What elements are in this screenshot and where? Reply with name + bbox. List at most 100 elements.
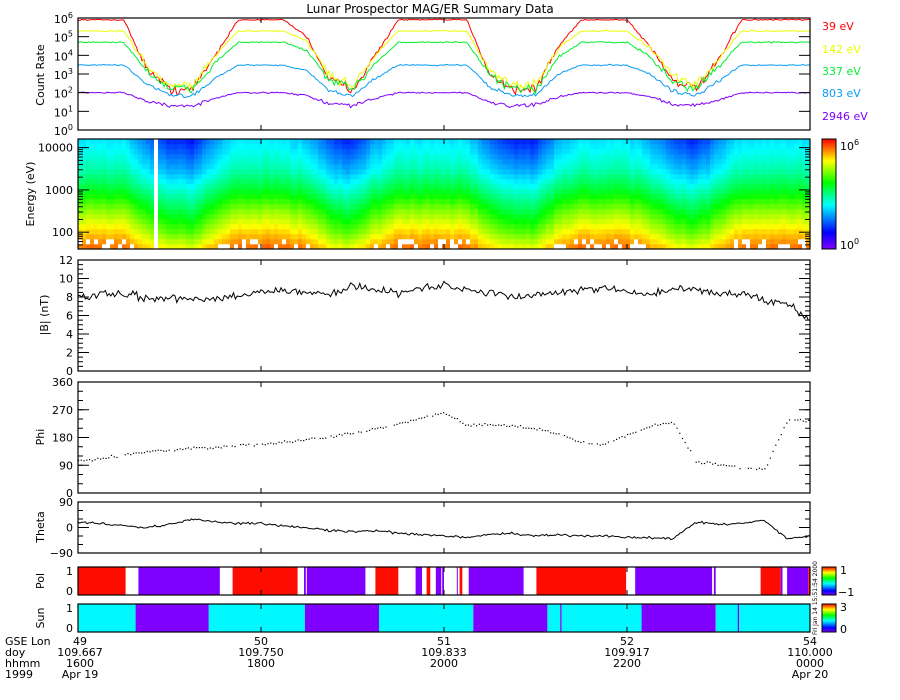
spectrogram-cell <box>514 234 518 240</box>
spectrogram-cell <box>454 219 458 225</box>
pol-colorbar-max-label: 1 <box>840 564 847 577</box>
spectrogram-cell <box>154 154 158 160</box>
spectrogram-cell <box>358 194 362 200</box>
spectrogram-cell <box>350 154 354 160</box>
phi-point <box>632 432 634 434</box>
phi-point <box>270 442 272 444</box>
spectrogram-cell <box>190 199 194 205</box>
spectrogram-cell <box>578 234 582 240</box>
spectrogram-cell <box>706 209 710 215</box>
spectrogram-cell <box>226 239 230 245</box>
spectrogram-cell <box>226 234 230 240</box>
spectrogram-cell <box>334 194 338 200</box>
spectrogram-cell <box>146 229 150 235</box>
spectrogram-cell <box>386 194 390 200</box>
spectrogram-cell <box>458 154 462 160</box>
spectrogram-cell <box>278 159 282 165</box>
spectrogram-cell <box>198 189 202 195</box>
spectrogram-cell <box>570 219 574 225</box>
sun-segment <box>561 604 642 632</box>
spectrogram-cell <box>770 224 774 230</box>
spectrogram-cell <box>462 169 466 175</box>
spectrogram-cell <box>206 154 210 160</box>
spectrogram-cell <box>86 169 90 175</box>
spectrogram-cell <box>798 154 802 160</box>
spectrogram-cell <box>714 184 718 190</box>
spectrogram-cell <box>318 169 322 175</box>
spectrogram-cell <box>754 179 758 185</box>
spectrogram-cell <box>306 219 310 225</box>
spectrogram-cell <box>146 219 150 225</box>
spectrogram-cell <box>554 209 558 215</box>
spectrogram-cell <box>638 144 642 150</box>
phi-point <box>135 452 137 454</box>
spectrogram-cell <box>650 139 654 145</box>
spectrogram-cell <box>454 234 458 240</box>
spectrogram-cell <box>250 239 254 245</box>
spectrogram-cell <box>490 144 494 150</box>
spectrogram-cell <box>286 154 290 160</box>
spectrogram-cell <box>262 164 266 170</box>
spectrogram-cell <box>378 169 382 175</box>
spectrogram-cell <box>230 214 234 220</box>
spectrogram-cell <box>374 149 378 155</box>
spectrogram-cell <box>678 234 682 240</box>
spectrogram-cell <box>498 229 502 235</box>
spectrogram-cell <box>230 184 234 190</box>
spectrogram-cell <box>462 174 466 180</box>
spectrogram-cell <box>238 219 242 225</box>
spectrogram-cell <box>310 209 314 215</box>
spectrogram-cell <box>374 139 378 145</box>
spectrogram-cell <box>458 234 462 240</box>
spectrogram-cell <box>762 189 766 195</box>
spectrogram-cell <box>386 224 390 230</box>
spectrogram-cell <box>298 199 302 205</box>
spectrogram-cell <box>406 229 410 235</box>
phi-point <box>209 447 211 449</box>
spectrogram-cell <box>486 139 490 145</box>
spectrogram-cell <box>546 234 550 240</box>
spectrogram-cell <box>390 224 394 230</box>
spectrogram-cell <box>370 184 374 190</box>
spectrogram-cell <box>454 209 458 215</box>
spectrogram-cell <box>86 144 90 150</box>
spectrogram-cell <box>294 234 298 240</box>
spectrogram-cell <box>514 139 518 145</box>
spectrogram-cell <box>674 184 678 190</box>
spectrogram-cell <box>498 179 502 185</box>
spectrogram-cell <box>478 174 482 180</box>
spectrogram-cell <box>230 209 234 215</box>
spectrogram-cell <box>418 199 422 205</box>
spectrogram-cell <box>310 214 314 220</box>
spectrogram-cell <box>306 159 310 165</box>
spectrogram-cell <box>270 159 274 165</box>
spectrogram-cell <box>782 194 786 200</box>
spectrogram-cell <box>346 184 350 190</box>
spectrogram-cell <box>334 239 338 245</box>
spectrogram-cell <box>166 189 170 195</box>
spectrogram-cell <box>650 144 654 150</box>
spectrogram-cell <box>330 169 334 175</box>
spectrogram-cell <box>166 219 170 225</box>
spectrogram-cell <box>246 189 250 195</box>
spectrogram-cell <box>246 159 250 165</box>
spectrogram-cell <box>590 179 594 185</box>
spectrogram-cell <box>262 214 266 220</box>
spectrogram-cell <box>658 194 662 200</box>
spectrogram-cell <box>770 214 774 220</box>
spectrogram-cell <box>782 204 786 210</box>
spectrogram-cell <box>582 189 586 195</box>
spectrogram-cell <box>590 159 594 165</box>
spectrogram-cell <box>266 209 270 215</box>
spectrogram-cell <box>342 214 346 220</box>
spectrogram-cell <box>626 214 630 220</box>
spectrogram-cell <box>478 204 482 210</box>
spectrogram-cell <box>490 239 494 245</box>
spectrogram-cell <box>506 144 510 150</box>
spectrogram-cell <box>130 174 134 180</box>
spectrogram-cell <box>142 164 146 170</box>
spectrogram-cell <box>138 234 142 240</box>
spectrogram-cell <box>426 229 430 235</box>
spectrogram-cell <box>370 219 374 225</box>
spectrogram-cell <box>130 239 134 245</box>
